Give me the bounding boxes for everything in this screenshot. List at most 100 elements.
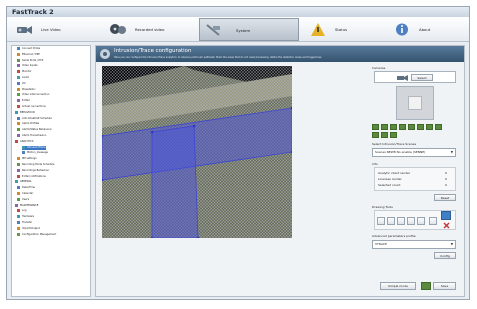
tab-about[interactable]: About (389, 18, 467, 41)
warning-icon (311, 23, 325, 36)
preset-button[interactable] (426, 124, 433, 130)
sidebar-item-label: Serial Ports / PTZ (22, 58, 44, 62)
sidebar-item[interactable]: Alarm Transmission (17, 134, 46, 138)
preset-button[interactable] (372, 124, 379, 130)
sidebar-item[interactable]: Ethernet / PPP (17, 52, 40, 57)
sidebar-item-icon (22, 151, 25, 155)
sidebar-item[interactable]: Recording Mode Schedule (17, 163, 54, 167)
sidebar-item-label: Configuration Management (22, 232, 57, 236)
sidebar-item[interactable]: BEHAVIOUR (15, 110, 35, 115)
sidebar-item-label: Ethernet / PPP (22, 52, 40, 56)
zoom-tool[interactable] (417, 217, 425, 225)
save-button[interactable]: Save (433, 282, 456, 290)
preset-button[interactable] (381, 132, 388, 138)
sidebar-item[interactable]: Actual connections (17, 105, 46, 109)
preset-button[interactable] (381, 124, 388, 130)
sidebar-item[interactable]: I/O (17, 81, 26, 86)
preset-button[interactable] (390, 124, 397, 130)
sidebar-item-label: Alarm Profiles (22, 122, 40, 126)
sidebar-item[interactable]: Log (17, 209, 26, 213)
sidebar-item-icon (15, 203, 18, 207)
preset-button[interactable] (399, 124, 406, 130)
ptz-control-pad[interactable] (396, 86, 434, 120)
profile-dropdown[interactable]: VTRACE ▼ (372, 240, 456, 249)
area-color-icon[interactable] (441, 211, 451, 220)
sidebar-item-icon (17, 174, 20, 178)
apply-icon[interactable] (421, 282, 431, 290)
sidebar-item[interactable]: Alarm Profiles (17, 122, 39, 126)
sidebar-item-label: Recordings Behaviour (22, 168, 50, 172)
sidebar-item[interactable]: E-Mail notifications (17, 174, 46, 179)
sidebar-item[interactable]: Motion_message (22, 151, 48, 155)
sidebar-item-label: Calendar (22, 192, 34, 195)
sidebar-item[interactable]: Anti-Cheat/Alt Schedule (17, 116, 52, 121)
sidebar-item[interactable]: MAINTENANCE (15, 203, 38, 208)
preset-button[interactable] (372, 132, 379, 138)
sidebar-item[interactable]: Video interconnection (17, 93, 49, 97)
sidebar-item[interactable]: Presets/Inc (17, 87, 36, 92)
erase-tool[interactable] (429, 217, 437, 225)
chevron-down-icon: ▼ (450, 242, 453, 246)
sidebar-item[interactable]: Serial Ports / PTZ (17, 58, 44, 63)
sidebar-item[interactable]: ANALYTICS (15, 139, 33, 144)
sidebar-item[interactable]: Configuration Management (17, 232, 57, 237)
simple-mode-button[interactable]: Simple mode (380, 282, 416, 290)
sidebar-item-icon (17, 215, 20, 219)
delete-icon[interactable] (443, 222, 450, 229)
draw-line-tool[interactable] (397, 217, 405, 225)
gear-icon (100, 49, 110, 59)
settings-panel: Cameras Select Select Intrusion/Trace Sc… (372, 66, 460, 296)
sidebar-item-icon (17, 192, 20, 195)
tab-status[interactable]: Status (305, 18, 385, 41)
draw-rectangle-tool[interactable] (387, 217, 395, 225)
sidebar-item-icon (17, 157, 20, 161)
scene-dropdown[interactable]: Scenes NEW8 No enable (SENNE) ▼ (372, 148, 456, 157)
sidebar-item[interactable]: Connect Probe (17, 47, 40, 51)
sidebar-item[interactable]: Intrusion/Trace (22, 145, 46, 150)
move-tool[interactable] (407, 217, 415, 225)
sidebar-item-label: E-Mail notifications (22, 174, 46, 178)
sidebar-item-icon (15, 110, 18, 114)
draw-polygon-tool[interactable] (377, 217, 385, 225)
sidebar-item[interactable]: Audio (17, 76, 29, 80)
sidebar-item[interactable]: Hardware (17, 215, 34, 219)
sidebar-item[interactable]: Transfer (17, 221, 32, 225)
sidebar-item[interactable]: Calendar (17, 192, 33, 196)
detection-zone-vertical[interactable] (151, 125, 199, 238)
sidebar-item-icon (22, 145, 25, 149)
sidebar-item[interactable]: Recordings Behaviour (17, 168, 50, 173)
sidebar-item[interactable]: Date/Time (17, 186, 35, 190)
sidebar-item-icon (15, 180, 18, 184)
preset-button[interactable] (417, 124, 424, 130)
sidebar-item[interactable]: PIP settings (17, 157, 37, 161)
sidebar-item-label: Intrusion/Trace (27, 145, 46, 149)
preset-button[interactable] (390, 132, 397, 138)
camera-video-view[interactable] (102, 66, 292, 238)
sidebar-item-icon (17, 116, 20, 120)
sidebar-item[interactable]: E-Mail (17, 99, 30, 103)
sidebar-item[interactable]: Users (17, 197, 29, 202)
video-scene (102, 66, 292, 238)
sidebar-item[interactable]: Alarm/Status Behaviour (17, 128, 52, 132)
sidebar-item[interactable]: Monitor (17, 70, 32, 74)
tab-live-video[interactable]: Live Video (11, 18, 95, 41)
sidebar-item[interactable]: GENERAL (15, 180, 32, 184)
info-icon (396, 23, 408, 36)
config-button[interactable]: Config (434, 252, 456, 259)
sidebar-item-icon (17, 122, 20, 126)
preset-button[interactable] (435, 124, 442, 130)
info-row-value: 0 (445, 171, 447, 175)
preset-button[interactable] (408, 124, 415, 130)
tab-label: Recorded video (135, 27, 165, 32)
sidebar-item-icon (17, 134, 20, 137)
sidebar-item[interactable]: Import/Output (17, 226, 40, 231)
sidebar-item-icon (17, 81, 20, 85)
sidebar-item-label: Presets/Inc (22, 87, 36, 91)
cameras-label: Cameras (372, 66, 386, 70)
tab-system[interactable]: System (199, 18, 299, 41)
sidebar-item-icon (17, 232, 20, 236)
select-camera-button[interactable]: Select (411, 74, 433, 81)
tab-recorded-video[interactable]: Recorded video (105, 18, 195, 41)
reset-button[interactable]: Reset (434, 194, 456, 201)
sidebar-item[interactable]: Video Inputs (17, 64, 38, 68)
